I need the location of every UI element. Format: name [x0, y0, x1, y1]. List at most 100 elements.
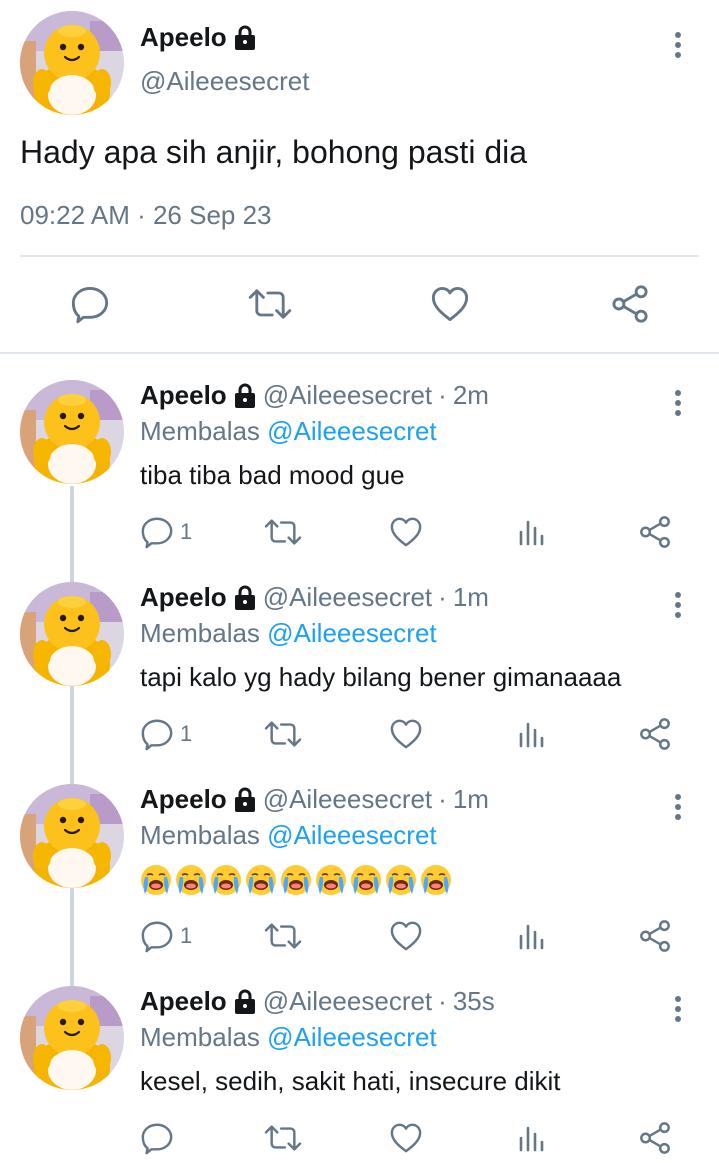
- reply-time: 35s: [452, 986, 495, 1016]
- share-button[interactable]: [638, 714, 672, 754]
- reply-actions: 1: [0, 916, 719, 956]
- more-vertical-icon[interactable]: [666, 28, 690, 62]
- more-vertical-icon[interactable]: [666, 386, 690, 420]
- reply-header: Apeelo @Aileeesecret · 1m: [140, 784, 489, 815]
- replying-to: Membalas @Aileeesecret: [140, 618, 437, 649]
- retweet-button[interactable]: [264, 714, 302, 754]
- retweet-icon: [264, 717, 302, 751]
- share-button[interactable]: [606, 280, 654, 328]
- more-vertical-icon[interactable]: [666, 790, 690, 824]
- avatar[interactable]: [20, 380, 124, 484]
- replying-to-handle[interactable]: @Aileeesecret: [267, 416, 436, 446]
- like-button[interactable]: [426, 280, 474, 328]
- analytics-button[interactable]: [517, 916, 545, 956]
- avatar-image: [20, 11, 124, 115]
- separator-dot: ·: [438, 986, 447, 1016]
- display-name[interactable]: Apeelo: [140, 22, 227, 53]
- display-name[interactable]: Apeelo: [140, 784, 227, 815]
- share-icon: [638, 717, 672, 751]
- share-button[interactable]: [638, 1118, 672, 1158]
- display-name[interactable]: Apeelo: [140, 582, 227, 613]
- share-icon: [638, 1121, 672, 1155]
- reply-header: Apeelo @Aileeesecret · 35s: [140, 986, 495, 1017]
- heart-icon: [389, 516, 423, 548]
- retweet-icon: [264, 1121, 302, 1155]
- reply-button[interactable]: [140, 1118, 180, 1158]
- retweet-button[interactable]: [264, 512, 302, 552]
- analytics-icon: [517, 518, 545, 546]
- replying-to-handle[interactable]: @Aileeesecret: [267, 618, 436, 648]
- crying-emoji-icon: [315, 864, 347, 896]
- replying-to: Membalas @Aileeesecret: [140, 820, 437, 851]
- analytics-button[interactable]: [517, 714, 545, 754]
- crying-emoji-icon: [280, 864, 312, 896]
- crying-emoji-icon: [140, 864, 172, 896]
- reply-tweet[interactable]: Apeelo @Aileeesecret · 2m Membalas @Aile…: [0, 380, 719, 580]
- retweet-button[interactable]: [264, 1118, 302, 1158]
- avatar-image: [20, 986, 124, 1090]
- avatar[interactable]: [20, 11, 124, 115]
- like-button[interactable]: [389, 512, 423, 552]
- retweet-button[interactable]: [246, 280, 294, 328]
- heart-icon: [389, 718, 423, 750]
- more-vertical-icon[interactable]: [666, 992, 690, 1026]
- display-name[interactable]: Apeelo: [140, 380, 227, 411]
- replying-to-handle[interactable]: @Aileeesecret: [267, 820, 436, 850]
- comment-icon: [140, 515, 174, 549]
- reply-text-emoji: [140, 864, 452, 896]
- reply-actions: [0, 1118, 719, 1158]
- like-button[interactable]: [389, 916, 423, 956]
- analytics-button[interactable]: [517, 512, 545, 552]
- retweet-button[interactable]: [264, 916, 302, 956]
- reply-button[interactable]: 1: [140, 512, 192, 552]
- crying-emoji-icon: [175, 864, 207, 896]
- avatar[interactable]: [20, 582, 124, 686]
- replying-to-handle[interactable]: @Aileeesecret: [267, 1022, 436, 1052]
- divider: [20, 255, 699, 257]
- handle[interactable]: @Aileeesecret: [263, 380, 432, 411]
- replying-to-label: Membalas: [140, 1022, 260, 1052]
- retweet-icon: [264, 515, 302, 549]
- reply-time: 2m: [452, 380, 489, 410]
- reply-tweet[interactable]: Apeelo @Aileeesecret · 35s Membalas @Ail…: [0, 986, 719, 1163]
- tweet-text: Hady apa sih anjir, bohong pasti dia: [20, 134, 528, 170]
- handle[interactable]: @Aileeesecret: [140, 66, 309, 97]
- comment-icon: [140, 1121, 174, 1155]
- reply-time: 1m: [452, 784, 489, 814]
- tweet-timestamp[interactable]: 09:22 AM · 26 Sep 23: [20, 200, 272, 231]
- lock-icon: [233, 585, 257, 611]
- reply-tweet[interactable]: Apeelo @Aileeesecret · 1m Membalas @Aile…: [0, 784, 719, 984]
- heart-icon: [389, 920, 423, 952]
- avatar-image: [20, 784, 124, 888]
- like-button[interactable]: [389, 1118, 423, 1158]
- reply-tweet[interactable]: Apeelo @Aileeesecret · 1m Membalas @Aile…: [0, 582, 719, 782]
- retweet-icon: [264, 919, 302, 953]
- avatar[interactable]: [20, 986, 124, 1090]
- handle[interactable]: @Aileeesecret: [263, 784, 432, 815]
- handle[interactable]: @Aileeesecret: [263, 582, 432, 613]
- reply-text: tiba tiba bad mood gue: [140, 460, 405, 490]
- share-button[interactable]: [638, 512, 672, 552]
- reply-text: kesel, sedih, sakit hati, insecure dikit: [140, 1066, 561, 1096]
- reply-button[interactable]: [66, 280, 114, 328]
- like-button[interactable]: [389, 714, 423, 754]
- lock-icon: [233, 989, 257, 1015]
- reply-time: 1m: [452, 582, 489, 612]
- share-icon: [638, 919, 672, 953]
- analytics-button[interactable]: [517, 1118, 545, 1158]
- share-button[interactable]: [638, 916, 672, 956]
- reply-header: Apeelo @Aileeesecret · 1m: [140, 582, 489, 613]
- tweet-actions: [0, 280, 719, 328]
- crying-emoji-icon: [385, 864, 417, 896]
- reply-button[interactable]: 1: [140, 714, 192, 754]
- lock-icon: [233, 787, 257, 813]
- avatar[interactable]: [20, 784, 124, 888]
- more-vertical-icon[interactable]: [666, 588, 690, 622]
- comment-icon: [140, 919, 174, 953]
- separator-dot: ·: [438, 380, 447, 410]
- handle[interactable]: @Aileeesecret: [263, 986, 432, 1017]
- replying-to-label: Membalas: [140, 618, 260, 648]
- display-name[interactable]: Apeelo: [140, 986, 227, 1017]
- retweet-icon: [248, 284, 292, 324]
- reply-button[interactable]: 1: [140, 916, 192, 956]
